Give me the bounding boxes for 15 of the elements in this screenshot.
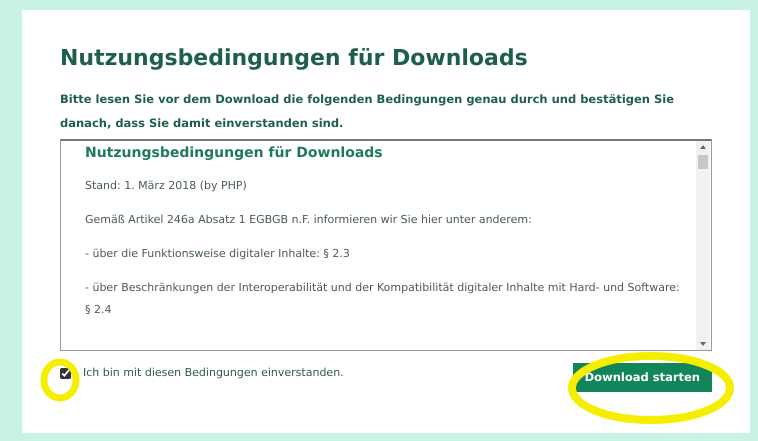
- terms-scroll-box[interactable]: [60, 139, 712, 351]
- terms-paragraph: - über die Funktionsweise digitaler Inhalte: § 2.3: [85, 246, 351, 262]
- terms-paragraph: - über Beschränkungen der Interoperabilität und der Kompatibilität digitaler Inhalte mit Hard- und Software: § 2.4: [85, 280, 681, 318]
- scroll-up-icon[interactable]: [700, 145, 706, 149]
- page-title: Nutzungsbedingungen für Downloads: [60, 45, 529, 73]
- terms-paragraph: Stand: 1. März 2018 (by PHP): [85, 178, 248, 194]
- scrollbar[interactable]: [696, 141, 710, 350]
- intro-text: Bitte lesen Sie vor dem Download die folgenden Bedingungen genau durch und bestätigen Sie danach, dass Sie damit einverstanden sind.: [60, 91, 676, 132]
- terms-heading: Nutzungsbedingungen für Downloads: [85, 144, 384, 163]
- scroll-down-icon[interactable]: [700, 342, 706, 346]
- highlight-circle: [40, 358, 80, 402]
- terms-paragraph: Gemäß Artikel 246a Absatz 1 EGBGB n.F. informieren wir Sie hier unter anderem:: [85, 212, 533, 228]
- consent-checkbox[interactable]: [60, 368, 71, 379]
- scroll-thumb[interactable]: [698, 155, 708, 169]
- consent-label: Ich bin mit diesen Bedingungen einverstanden.: [83, 365, 344, 382]
